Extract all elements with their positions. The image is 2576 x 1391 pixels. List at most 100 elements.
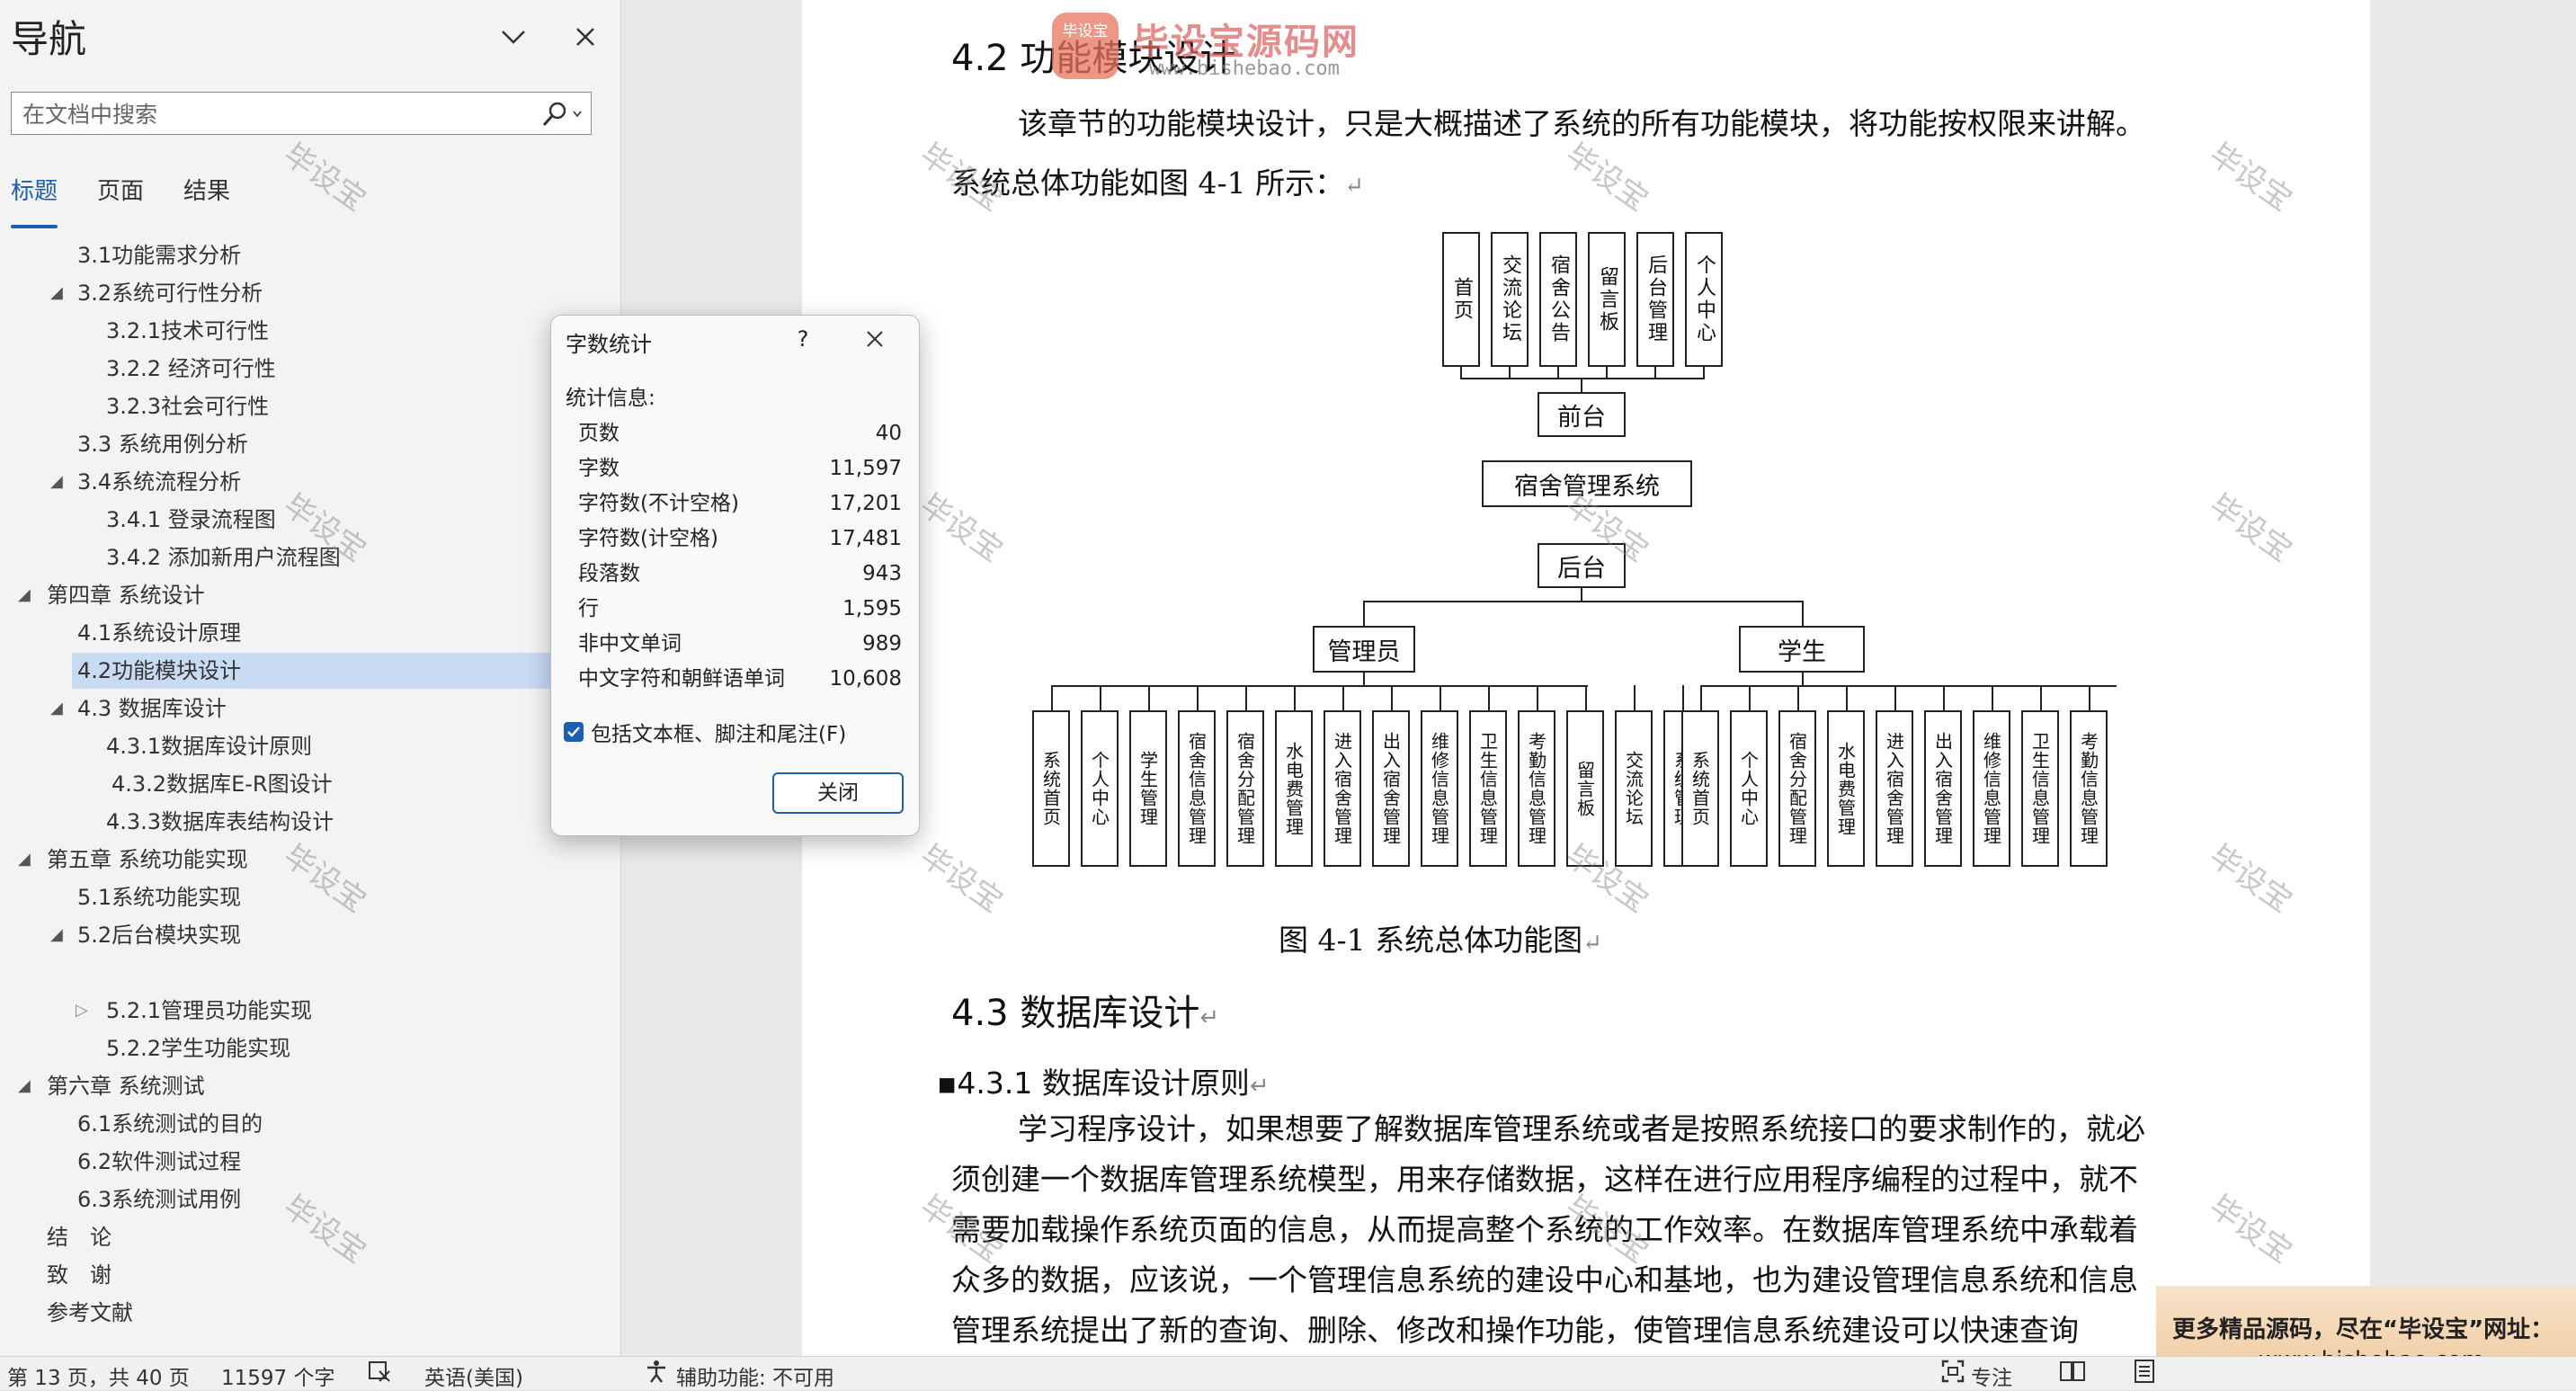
accessibility-status[interactable]: 辅助功能: 不可用 [676, 1360, 834, 1391]
collapse-triangle-icon[interactable]: ◢ [50, 275, 63, 311]
accessibility-icon[interactable] [644, 1359, 669, 1389]
checkmark-icon[interactable] [564, 722, 584, 742]
collapse-triangle-icon[interactable]: ◢ [50, 917, 63, 953]
admin-module-box: 交流论坛 [1615, 710, 1653, 867]
close-button[interactable]: 关闭 [772, 772, 904, 814]
focus-icon[interactable] [1940, 1359, 1965, 1389]
diagram-connector [1342, 685, 1344, 710]
language-indicator[interactable]: 英语(美国) [424, 1360, 523, 1391]
outline-item[interactable]: ◢ 3.2系统可行性分析 [0, 275, 620, 311]
outline-item[interactable]: 参考文献 [0, 1295, 620, 1331]
watermark: 毕设宝 [913, 837, 1010, 921]
paragraph: 系统总体功能如图 4-1 所示：↵ [951, 165, 1364, 201]
outline-item[interactable]: 4.3.3数据库表结构设计 [0, 804, 620, 840]
diagram-connector [1148, 685, 1150, 710]
admin-module-box: 系统首页 [1032, 710, 1070, 867]
diagram-connector [1797, 685, 1799, 710]
admin-module-box: 个人中心 [1081, 710, 1119, 867]
search-input[interactable] [21, 93, 537, 136]
body-line: 需要加载操作系统页面的信息，从而提高整个系统的工作效率。在数据库管理系统中承载着 [951, 1212, 2138, 1247]
watermark: 毕设宝 [913, 486, 1010, 570]
outline-item[interactable]: ▷ 5.2.1管理员功能实现 [0, 993, 620, 1029]
tab-headings[interactable]: 标题 [11, 169, 58, 228]
outline-item[interactable]: ◢ 第四章 系统设计 [0, 577, 620, 613]
watermark: 毕设宝 [276, 136, 373, 219]
outline-item[interactable]: ◢ 第六章 系统测试 [0, 1068, 620, 1104]
diagram-connector [1197, 685, 1199, 710]
watermark: 毕设宝 [2202, 837, 2299, 921]
outline-item[interactable]: 3.3 系统用例分析 [0, 426, 620, 462]
outline-item[interactable]: 3.2.3社会可行性 [0, 388, 620, 424]
outline-item[interactable]: 4.3.1数据库设计原则 [0, 728, 620, 764]
collapse-triangle-icon[interactable]: ◢ [18, 842, 31, 878]
outline-item-selected[interactable]: 4.2功能模块设计 [0, 653, 620, 689]
body-line: 众多的数据，应该说，一个管理信息系统的建设中心和基地，也为建设管理信息系统和信息 [951, 1262, 2138, 1297]
proofing-icon[interactable] [367, 1359, 392, 1389]
collapse-triangle-icon[interactable]: ◢ [50, 464, 63, 500]
page-indicator[interactable]: 第 13 页，共 40 页 [7, 1360, 190, 1391]
include-textbox-checkbox[interactable]: 包括文本框、脚注和尾注(F) [564, 717, 846, 747]
outline-item[interactable]: 4.1系统设计原理 [0, 615, 620, 651]
outline-item[interactable]: 3.2.2 经济可行性 [0, 351, 620, 387]
logo-url: www.bishebao.com [1149, 58, 1340, 80]
diagram-box: 交流论坛 [1491, 232, 1529, 367]
stat-row: 页数 40 [578, 422, 902, 445]
outline-item[interactable]: 3.4.2 添加新用户流程图 [0, 539, 620, 575]
admin-module-box: 卫生信息管理 [1469, 710, 1507, 867]
site-logo: 毕设宝 毕设宝源码网 www.bishebao.com [1052, 5, 1394, 86]
diagram-connector [1051, 685, 1053, 710]
stat-row: 非中文单词 989 [578, 632, 902, 655]
diagram-connector [1749, 685, 1751, 710]
focus-mode[interactable]: 专注 [1971, 1360, 2012, 1391]
diagram-connector [1700, 685, 1702, 710]
document-page[interactable]: 4.2 功能模块设计 该章节的功能模块设计，只是大概描述了系统的所有功能模块，将… [802, 0, 2370, 1356]
diagram-connector [1245, 685, 1247, 710]
diagram-box: 留言板 [1588, 232, 1626, 367]
expand-triangle-icon[interactable]: ▷ [76, 993, 88, 1029]
body-line: 须创建一个数据库管理系统模型，用来存储数据，这样在进行应用程序编程的过程中，就不 [951, 1162, 2138, 1197]
diagram-connector [1634, 685, 1636, 710]
diagram-box: 个人中心 [1685, 232, 1723, 367]
diagram-connector [1992, 685, 1993, 710]
student-module-box: 进入宿舍管理 [1876, 710, 1913, 867]
diagram-connector [1440, 685, 1441, 710]
diagram-connector [1846, 685, 1848, 710]
word-count[interactable]: 11597 个字 [221, 1360, 334, 1391]
outline-item[interactable]: ◢ 4.3 数据库设计 [0, 691, 620, 727]
body-line: 学习程序设计，如果想要了解数据库管理系统或者是按照系统接口的要求制作的，就必 [1018, 1111, 2145, 1146]
diagram-connector [1391, 685, 1393, 710]
student-module-box: 出入宿舍管理 [1924, 710, 1962, 867]
student-module-box: 维修信息管理 [1973, 710, 2010, 867]
collapse-triangle-icon[interactable]: ◢ [18, 577, 31, 613]
admin-module-box: 宿舍信息管理 [1178, 710, 1216, 867]
diagram-connector [1894, 685, 1896, 710]
watermark: 毕设宝 [2202, 486, 2299, 570]
stat-row: 中文字符和朝鲜语单词 10,608 [578, 667, 902, 691]
close-icon[interactable] [565, 16, 606, 58]
print-layout-icon[interactable] [2133, 1359, 2156, 1389]
read-mode-icon[interactable] [2059, 1359, 2086, 1389]
body-line: 管理系统提出了新的查询、删除、修改和操作功能，使管理信息系统建设可以快速查询 [951, 1313, 2079, 1348]
section-label: 统计信息: [566, 387, 655, 410]
collapse-triangle-icon[interactable]: ◢ [50, 691, 63, 727]
outline-item[interactable]: ◢ 5.2后台模块实现 [0, 917, 620, 953]
tab-results[interactable]: 结果 [183, 169, 230, 219]
ad-text: 更多精品源码，尽在“毕设宝”网址： [2172, 1316, 2554, 1343]
tab-pages[interactable]: 页面 [97, 169, 144, 219]
heading-4-3-1: ▪4.3.1 数据库设计原则↵ [937, 1066, 1270, 1101]
help-button[interactable]: ? [785, 323, 821, 355]
outline-item[interactable]: 3.1功能需求分析 [0, 237, 620, 273]
chevron-down-icon[interactable] [493, 16, 534, 58]
outline-item[interactable]: 6.2软件测试过程 [0, 1144, 620, 1180]
close-icon[interactable] [857, 323, 893, 355]
outline-item[interactable]: 5.2.2学生功能实现 [0, 1030, 620, 1066]
stat-row: 字符数(不计空格) 17,201 [578, 492, 902, 515]
outline-item[interactable]: 致 谢 [0, 1257, 620, 1293]
search-icon[interactable] [540, 98, 582, 130]
outline-item[interactable]: 6.1系统测试的目的 [0, 1106, 620, 1142]
collapse-triangle-icon[interactable]: ◢ [18, 1068, 31, 1104]
outline-item[interactable]: 4.3.2数据库E-R图设计 [0, 766, 620, 802]
outline-item[interactable]: 3.2.1技术可行性 [0, 313, 620, 349]
diagram-connector [1537, 685, 1538, 710]
word-count-dialog: 字数统计 ? 统计信息: 页数 40 字数 11,597 字符数(不计空格) 17,2… [550, 315, 920, 836]
